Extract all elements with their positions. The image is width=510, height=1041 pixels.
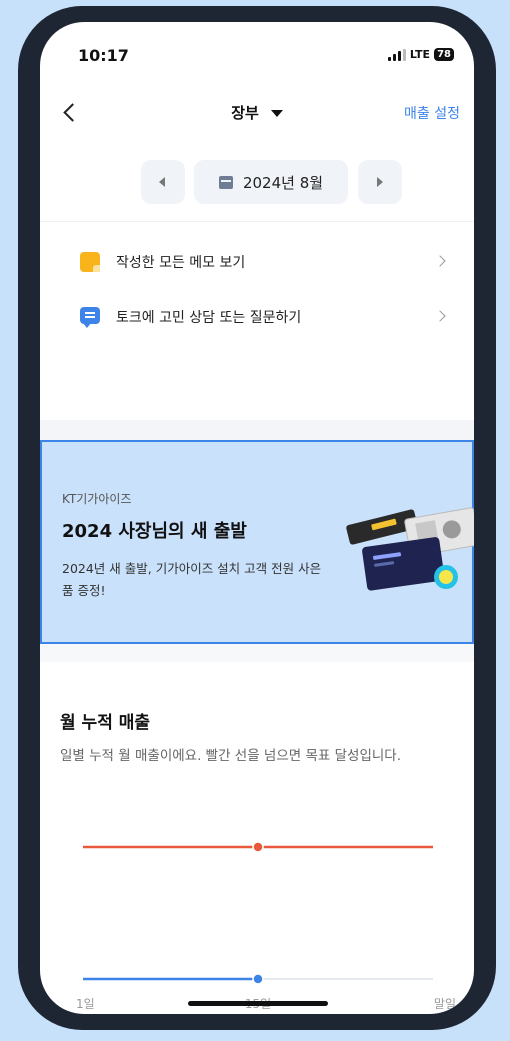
section-separator <box>40 420 474 440</box>
top-header: 장부 매출 설정 <box>40 94 474 134</box>
status-indicators: LTE 78 <box>387 48 454 61</box>
menu-item-label: 토크에 고민 상담 또는 질문하기 <box>116 310 302 326</box>
promo-banner[interactable]: KT기가아이즈 2024 사장님의 새 출발 2024년 새 출발, 기가아이즈… <box>40 440 474 644</box>
network-type: LTE <box>409 48 431 61</box>
chevron-right-icon <box>434 310 446 322</box>
calendar-icon <box>218 175 233 189</box>
battery-icon: 78 <box>434 48 454 61</box>
prev-month-button[interactable] <box>141 160 185 204</box>
phone-frame: 10:17 LTE 78 장부 매출 설정 2024년 8월 작성한 모든 메모… <box>18 6 496 1030</box>
sales-settings-link[interactable]: 매출 설정 <box>404 103 460 123</box>
gift-products-image <box>346 507 474 591</box>
banner-description: 2024년 새 출발, 기가아이즈 설치 고객 전원 사은품 증정! <box>62 561 322 598</box>
month-label: 2024년 8월 <box>242 173 324 192</box>
page-title: 장부 <box>231 104 259 122</box>
cumulative-sales-chart: 1일15일말일 <box>76 841 456 1011</box>
caret-down-icon <box>270 110 283 117</box>
x-tick-label: 1일 <box>76 997 95 1011</box>
status-time: 10:17 <box>78 46 129 65</box>
month-selector[interactable]: 2024년 8월 <box>194 160 348 204</box>
memo-icon <box>80 252 100 272</box>
triangle-left-icon <box>159 177 165 187</box>
signal-icon <box>387 48 406 61</box>
banner-brand: KT기가아이즈 <box>62 492 132 506</box>
status-bar: 10:17 LTE 78 <box>40 22 474 82</box>
divider <box>40 221 474 222</box>
home-indicator <box>188 1001 328 1006</box>
next-month-button[interactable] <box>358 160 402 204</box>
app-screen: 10:17 LTE 78 장부 매출 설정 2024년 8월 작성한 모든 메모… <box>40 22 474 1014</box>
month-navigator: 2024년 8월 <box>40 160 474 204</box>
menu-item-label: 작성한 모든 메모 보기 <box>116 255 246 271</box>
banner-title: 2024 사장님의 새 출발 <box>62 521 247 542</box>
x-tick-label: 말일 <box>434 997 456 1011</box>
chevron-right-icon <box>434 255 446 267</box>
series-point-target <box>252 841 264 853</box>
section-description: 일별 누적 월 매출이에요. 빨간 선을 넘으면 목표 달성입니다. <box>60 748 401 764</box>
series-point-actual <box>252 973 264 985</box>
menu-item-all-memos[interactable]: 작성한 모든 메모 보기 <box>40 238 474 286</box>
triangle-right-icon <box>377 177 383 187</box>
section-separator <box>40 644 474 662</box>
section-title: 월 누적 매출 <box>60 713 151 733</box>
chat-icon <box>80 307 100 328</box>
menu-item-talk-question[interactable]: 토크에 고민 상담 또는 질문하기 <box>40 293 474 341</box>
